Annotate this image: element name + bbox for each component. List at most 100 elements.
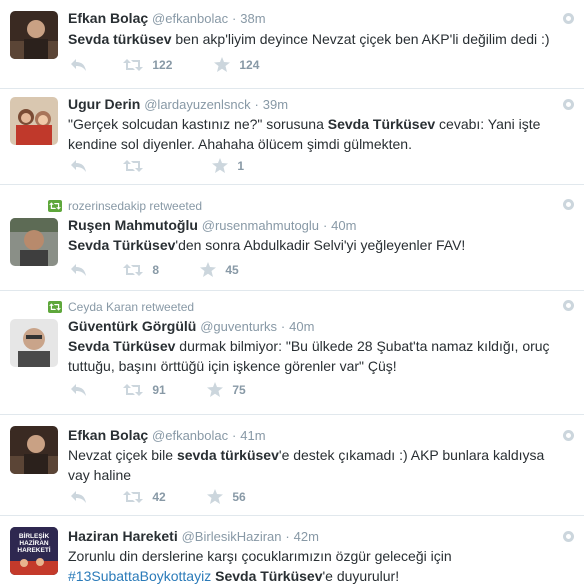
- tweet-text: Sevda Türküsev'den sonra Abdulkadir Selv…: [68, 235, 564, 255]
- tweet-header: Efkan Bolaç @efkanbolac · 38m: [68, 9, 266, 28]
- favorite-icon: [200, 262, 216, 278]
- tweet[interactable]: Ugur Derin @lardayuzenlsnck · 39m "Gerçe…: [0, 89, 584, 185]
- separator-dot: ·: [285, 529, 290, 544]
- retweet-icon: [123, 58, 143, 71]
- reply-icon: [71, 263, 86, 276]
- tweet-text-segment: Nevzat çiçek bile: [68, 447, 177, 463]
- more-options-icon[interactable]: [563, 531, 574, 542]
- more-options-icon[interactable]: [563, 300, 574, 311]
- avatar-logo-line: HAZİRAN: [19, 539, 49, 547]
- user-fullname[interactable]: Ugur Derin: [68, 96, 140, 112]
- separator-dot: ·: [232, 11, 237, 26]
- retweet-button[interactable]: 91: [123, 382, 166, 400]
- tweet-timestamp[interactable]: 41m: [240, 428, 265, 443]
- tweet-text-segment: 'den sonra Abdulkadir Selvi'yi yeğleyenl…: [175, 237, 466, 253]
- hashtag-link[interactable]: #13SubattaBoykottayiz: [68, 568, 211, 584]
- retweeted-badge-icon: [48, 200, 62, 212]
- favorite-count: 124: [239, 57, 260, 72]
- reply-button[interactable]: [70, 382, 87, 400]
- tweet[interactable]: rozerinsedakip retweeted Ruşen Mahmutoğl…: [0, 185, 584, 291]
- tweet[interactable]: BİRLEŞİK HAZİRAN HAREKETİ Haziran Hareke…: [0, 516, 584, 585]
- favorite-icon: [207, 489, 223, 505]
- more-options-icon[interactable]: [563, 199, 574, 210]
- more-options-icon[interactable]: [563, 99, 574, 110]
- reply-button[interactable]: [70, 489, 87, 507]
- retweet-icon: [123, 490, 143, 503]
- user-handle[interactable]: @efkanbolac: [152, 428, 228, 443]
- tweet-timestamp[interactable]: 39m: [263, 97, 288, 112]
- retweet-count: 8: [152, 262, 160, 277]
- retweet-context: rozerinsedakip retweeted: [48, 199, 202, 213]
- tweet[interactable]: Efkan Bolaç @efkanbolac · 41m Nevzat çiç…: [0, 415, 584, 516]
- reply-icon: [71, 159, 86, 172]
- user-handle[interactable]: @rusenmahmutoglu: [202, 218, 319, 233]
- reply-button[interactable]: [70, 57, 87, 75]
- separator-dot: ·: [280, 319, 286, 334]
- avatar[interactable]: [10, 319, 58, 367]
- favorite-count: 56: [232, 489, 246, 504]
- tweet-header: Güventürk Görgülü @guventurks · 40m: [68, 317, 314, 336]
- favorite-count: 1: [237, 158, 245, 173]
- favorite-icon: [212, 158, 228, 174]
- retweeted-by-label[interactable]: Ceyda Karan retweeted: [68, 300, 194, 314]
- reply-icon: [71, 383, 86, 396]
- favorite-button[interactable]: 56: [207, 489, 246, 507]
- more-options-icon[interactable]: [563, 430, 574, 441]
- retweet-context: Ceyda Karan retweeted: [48, 300, 194, 314]
- tweet-header: Ruşen Mahmutoğlu @rusenmahmutoglu · 40m: [68, 216, 356, 235]
- favorite-button[interactable]: 124: [214, 57, 259, 75]
- tweet-header: Efkan Bolaç @efkanbolac · 41m: [68, 426, 266, 445]
- highlighted-term: Sevda türküsev: [68, 31, 172, 47]
- more-options-icon[interactable]: [563, 13, 574, 24]
- separator-dot: ·: [322, 218, 328, 233]
- retweet-icon: [123, 263, 143, 276]
- user-handle[interactable]: @guventurks: [200, 319, 277, 334]
- tweet-text-segment: "Gerçek solcudan kastınız ne?" sorusuna: [68, 116, 328, 132]
- highlighted-term: Sevda Türküsev: [68, 338, 176, 354]
- separator-dot: ·: [232, 428, 237, 443]
- retweet-button[interactable]: 122: [123, 57, 172, 75]
- user-fullname[interactable]: Güventürk Görgülü: [68, 318, 196, 334]
- reply-button[interactable]: [70, 262, 87, 280]
- favorite-icon: [207, 382, 223, 398]
- tweet-timestamp[interactable]: 40m: [289, 319, 314, 334]
- user-fullname[interactable]: Efkan Bolaç: [68, 10, 148, 26]
- tweet[interactable]: Efkan Bolaç @efkanbolac · 38m Sevda türk…: [0, 0, 584, 89]
- user-handle[interactable]: @efkanbolac: [152, 11, 228, 26]
- favorite-button[interactable]: 1: [212, 158, 244, 176]
- tweet-header: Ugur Derin @lardayuzenlsnck · 39m: [68, 95, 288, 114]
- retweet-button[interactable]: [123, 158, 149, 176]
- avatar[interactable]: [10, 426, 58, 474]
- retweet-button[interactable]: 8: [123, 262, 159, 280]
- tweet-timestamp[interactable]: 42m: [294, 529, 319, 544]
- separator-dot: ·: [254, 97, 259, 112]
- tweet-timestamp[interactable]: 38m: [240, 11, 265, 26]
- retweet-count: 122: [152, 57, 173, 72]
- tweet[interactable]: Ceyda Karan retweeted Güventürk Görgülü …: [0, 291, 584, 415]
- tweet-text-segment: Zorunlu din derslerine karşı çocuklarımı…: [68, 548, 452, 564]
- favorite-button[interactable]: 45: [200, 262, 239, 280]
- avatar[interactable]: BİRLEŞİK HAZİRAN HAREKETİ: [10, 527, 58, 575]
- tweet-text: "Gerçek solcudan kastınız ne?" sorusuna …: [68, 114, 564, 154]
- avatar[interactable]: [10, 218, 58, 266]
- retweet-icon: [123, 159, 143, 172]
- user-handle[interactable]: @lardayuzenlsnck: [144, 97, 250, 112]
- user-handle[interactable]: @BirlesikHaziran: [182, 529, 282, 544]
- reply-icon: [71, 490, 86, 503]
- favorite-button[interactable]: 75: [207, 382, 246, 400]
- retweeted-by-label[interactable]: rozerinsedakip retweeted: [68, 199, 202, 213]
- retweet-button[interactable]: 42: [123, 489, 166, 507]
- reply-button[interactable]: [70, 158, 87, 176]
- user-fullname[interactable]: Haziran Hareketi: [68, 528, 178, 544]
- tweet-timestamp[interactable]: 40m: [331, 218, 356, 233]
- reply-icon: [71, 58, 86, 71]
- avatar[interactable]: [10, 97, 58, 145]
- tweet-text-segment: ben akp'liyim deyince Nevzat çiçek ben A…: [171, 31, 550, 47]
- avatar-logo-line: HAREKETİ: [17, 546, 50, 554]
- avatar[interactable]: [10, 11, 58, 59]
- user-fullname[interactable]: Efkan Bolaç: [68, 427, 148, 443]
- avatar-logo-line: BİRLEŞİK: [19, 532, 50, 540]
- favorite-icon: [214, 57, 230, 73]
- tweet-header: Haziran Hareketi @BirlesikHaziran · 42m: [68, 527, 319, 546]
- user-fullname[interactable]: Ruşen Mahmutoğlu: [68, 217, 198, 233]
